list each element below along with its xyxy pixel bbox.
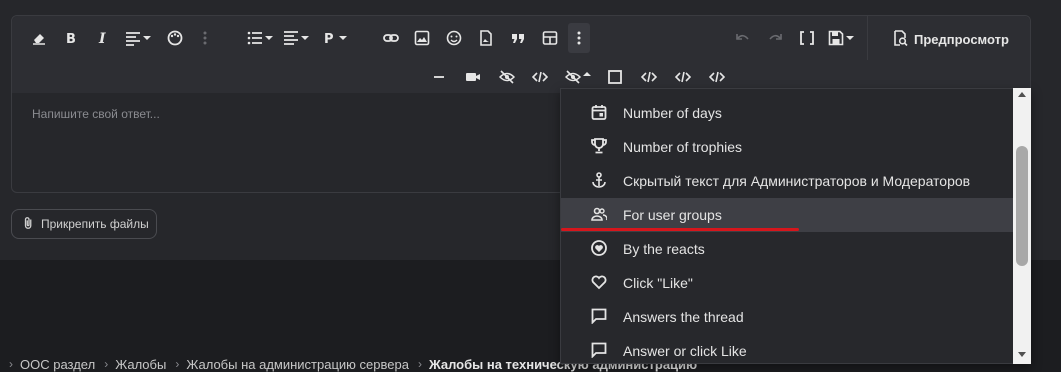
video-icon[interactable] [462,66,484,88]
menu-item-label: For user groups [623,207,722,223]
hide-content-dropdown: Number of days Number of trophies Скрыты… [560,88,1031,364]
editor-toolbar-main: B I P Предпросмотр [12,16,1030,60]
comment-icon [591,308,607,327]
users-icon [591,206,608,225]
eraser-icon[interactable] [28,27,50,49]
scroll-down-icon[interactable] [1018,352,1026,357]
chevron-right-icon: › [104,357,109,371]
attach-files-label: Прикрепить файлы [41,217,149,231]
highlight-underline [561,228,799,231]
quote-icon[interactable] [507,27,529,49]
heart-circle-icon [591,239,607,259]
anchor-icon [591,171,607,191]
brackets-icon[interactable] [796,27,818,49]
minus-icon[interactable] [428,66,450,88]
menu-item-answer-or-click-like[interactable]: Answer or click Like [561,334,1014,363]
menu-item-label: Number of days [623,105,722,121]
menu-item-number-of-trophies[interactable]: Number of trophies [561,130,1014,164]
dropdown-scrollbar[interactable] [1013,88,1031,364]
breadcrumb-item[interactable]: OOC раздел [20,357,95,372]
preview-button[interactable]: Предпросмотр [892,28,1009,50]
eye-off-icon[interactable] [562,66,584,88]
smile-icon[interactable] [443,27,465,49]
editor-placeholder: Напишите свой ответ... [32,107,160,121]
chevron-right-icon: › [9,357,13,371]
italic-icon[interactable]: I [92,27,114,49]
preview-icon [892,29,908,49]
code-icon[interactable] [706,66,728,88]
redo-icon[interactable] [764,27,786,49]
menu-item-click-like[interactable]: Click "Like" [561,266,1014,300]
breadcrumb-item[interactable]: Жалобы [115,357,166,372]
svg-text:I: I [98,31,106,46]
file-image-icon[interactable] [475,27,497,49]
code-icon[interactable] [529,66,551,88]
heart-icon [591,274,607,293]
menu-item-for-user-groups[interactable]: For user groups [561,198,1014,232]
align-icon[interactable] [122,27,151,49]
trophy-icon [591,137,607,157]
svg-text:B: B [66,32,76,46]
comment-icon [591,342,607,361]
menu-item-number-of-days[interactable]: Number of days [561,96,1014,130]
save-icon[interactable] [825,27,854,49]
code-icon[interactable] [638,66,660,88]
eye-off-icon[interactable] [496,66,518,88]
chevron-right-icon: › [175,357,180,371]
menu-item-by-the-reacts[interactable]: By the reacts [561,232,1014,266]
scroll-up-icon[interactable] [1018,92,1026,97]
calendar-icon [591,104,607,123]
menu-item-label: Click "Like" [623,275,693,291]
list-icon[interactable] [244,27,273,49]
attach-files-button[interactable]: Прикрепить файлы [11,209,157,239]
code-icon[interactable] [672,66,694,88]
breadcrumb-item[interactable]: Жалобы на администрацию сервера [186,357,409,372]
more-vertical-icon[interactable] [568,23,590,53]
image-icon[interactable] [411,27,433,49]
menu-item-label: Скрытый текст для Администраторов и Моде… [623,173,971,189]
menu-item-label: Answer or click Like [623,343,747,359]
scrollbar-thumb[interactable] [1016,146,1028,266]
paragraph-icon[interactable]: P [318,27,347,49]
link-icon[interactable] [380,27,402,49]
more-vertical-icon[interactable] [194,27,216,49]
chevron-right-icon: › [417,357,422,371]
menu-item-hidden-text-admins[interactable]: Скрытый текст для Администраторов и Моде… [561,164,1014,198]
toolbar-divider [867,16,868,60]
square-icon[interactable] [604,66,626,88]
text-align-icon[interactable] [280,27,309,49]
menu-item-label: Number of trophies [623,139,743,155]
menu-item-answers-the-thread[interactable]: Answers the thread [561,300,1014,334]
preview-label: Предпросмотр [914,31,1009,47]
bold-icon[interactable]: B [60,27,82,49]
undo-icon[interactable] [732,27,754,49]
table-icon[interactable] [539,27,561,49]
palette-icon[interactable] [164,27,186,49]
chevron-up-icon [583,72,591,76]
menu-item-label: By the reacts [623,241,705,257]
svg-text:P: P [324,32,334,46]
paperclip-icon [22,216,36,233]
menu-item-label: Answers the thread [623,309,744,325]
